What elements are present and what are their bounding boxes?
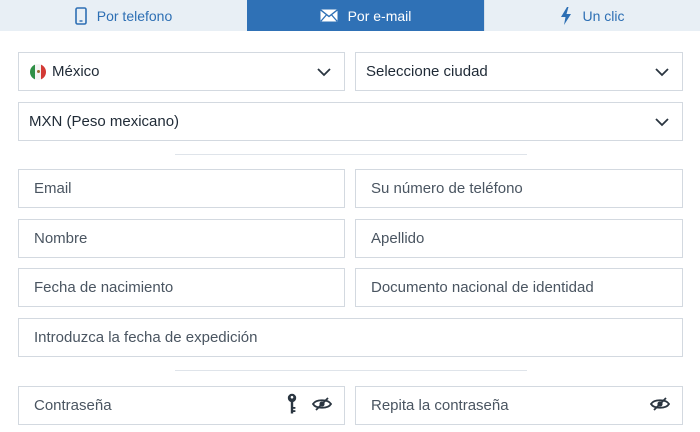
country-value: México (52, 63, 100, 80)
national-id-field[interactable]: Documento nacional de identidad (355, 268, 683, 307)
chevron-down-icon (317, 63, 331, 80)
email-field[interactable]: Email (18, 169, 345, 208)
city-select[interactable]: Seleccione ciudad (355, 52, 683, 91)
password-repeat-field[interactable]: Repita la contraseña (355, 386, 683, 425)
mexico-flag-icon (30, 63, 46, 80)
tab-by-email[interactable]: Por e-mail (247, 0, 484, 31)
section-divider (175, 154, 527, 155)
tab-by-email-label: Por e-mail (347, 7, 412, 24)
tab-by-phone[interactable]: Por telefono (0, 0, 247, 31)
phone-field[interactable]: Su número de teléfono (355, 169, 683, 208)
phone-placeholder: Su número de teléfono (371, 180, 523, 197)
phone-icon (74, 6, 87, 25)
issue-date-placeholder: Introduzca la fecha de expedición (34, 329, 258, 346)
birth-date-placeholder: Fecha de nacimiento (34, 279, 174, 296)
chevron-down-icon (655, 63, 669, 80)
currency-select[interactable]: MXN (Peso mexicano) (18, 102, 683, 141)
password-repeat-placeholder: Repita la contraseña (371, 397, 509, 414)
tab-one-click[interactable]: Un clic (484, 0, 700, 31)
tab-by-phone-label: Por telefono (96, 7, 173, 24)
currency-value: MXN (Peso mexicano) (29, 113, 180, 130)
last-name-field[interactable]: Apellido (355, 219, 683, 258)
password-field[interactable]: Contraseña (18, 386, 345, 425)
envelope-icon (319, 9, 338, 22)
city-placeholder: Seleccione ciudad (366, 63, 488, 80)
chevron-down-icon (655, 113, 669, 130)
eye-slash-icon[interactable] (311, 396, 333, 415)
key-icon[interactable] (286, 393, 298, 419)
email-placeholder: Email (34, 180, 72, 197)
last-name-placeholder: Apellido (371, 230, 425, 247)
eye-slash-icon[interactable] (649, 396, 671, 415)
registration-method-tabs: Por telefono Por e-mail Un clic (0, 0, 700, 31)
tab-one-click-label: Un clic (582, 7, 625, 24)
section-divider (175, 370, 527, 371)
lightning-icon (560, 6, 572, 25)
country-select[interactable]: México (18, 52, 345, 91)
first-name-field[interactable]: Nombre (18, 219, 345, 258)
birth-date-field[interactable]: Fecha de nacimiento (18, 268, 345, 307)
first-name-placeholder: Nombre (34, 230, 88, 247)
issue-date-field[interactable]: Introduzca la fecha de expedición (18, 318, 683, 357)
password-placeholder: Contraseña (34, 397, 112, 414)
national-id-placeholder: Documento nacional de identidad (371, 279, 594, 296)
